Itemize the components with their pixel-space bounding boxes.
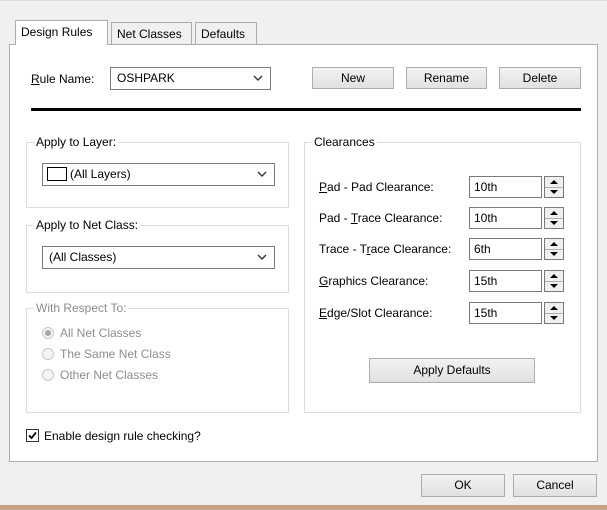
apply-to-layer-group: Apply to Layer: (All Layers) bbox=[26, 135, 289, 208]
arrow-down-icon bbox=[550, 284, 558, 288]
input-value: 15th bbox=[474, 274, 498, 288]
radio-label: Other Net Classes bbox=[60, 368, 159, 382]
delete-button[interactable]: Delete bbox=[499, 67, 581, 89]
apply-to-layer-label: Apply to Layer: bbox=[34, 135, 119, 149]
radio-selected-dot bbox=[45, 330, 51, 336]
enable-drc-label: Enable design rule checking? bbox=[44, 429, 201, 443]
arrow-down-icon bbox=[550, 190, 558, 194]
graphics-spinner[interactable] bbox=[544, 270, 564, 292]
input-value: 10th bbox=[474, 180, 498, 194]
input-value: 6th bbox=[474, 242, 491, 256]
pad-pad-spinner[interactable] bbox=[544, 176, 564, 198]
rename-button-label: Rename bbox=[423, 71, 470, 85]
rule-name-combo[interactable]: OSHPARK bbox=[110, 67, 271, 90]
radio-label: The Same Net Class bbox=[60, 347, 171, 361]
arrow-up-icon bbox=[550, 306, 558, 310]
input-value: 10th bbox=[474, 211, 498, 225]
input-value: 15th bbox=[474, 306, 498, 320]
spin-down-button[interactable] bbox=[545, 281, 563, 291]
radio-same-net-class[interactable]: The Same Net Class bbox=[42, 345, 171, 363]
chevron-down-icon bbox=[253, 75, 263, 81]
arrow-up-icon bbox=[550, 274, 558, 278]
checkbox[interactable] bbox=[26, 429, 39, 442]
radio-label: All Net Classes bbox=[60, 326, 142, 340]
delete-button-label: Delete bbox=[522, 71, 558, 85]
graphics-clearance-label: Graphics Clearance: bbox=[319, 274, 429, 288]
layer-combo[interactable]: (All Layers) bbox=[42, 163, 275, 186]
ok-button[interactable]: OK bbox=[421, 474, 505, 497]
apply-to-net-class-label: Apply to Net Class: bbox=[34, 218, 141, 232]
rule-name-label: Rule Name: bbox=[31, 72, 95, 86]
edge-slot-spinner[interactable] bbox=[544, 302, 564, 324]
with-respect-to-group: With Respect To: All Net Classes The Sam… bbox=[26, 301, 289, 413]
pad-trace-spinner[interactable] bbox=[544, 207, 564, 229]
cancel-button-label: Cancel bbox=[536, 478, 574, 492]
radio-button bbox=[42, 348, 54, 360]
tab-label: Design Rules bbox=[21, 25, 93, 39]
chevron-down-icon bbox=[257, 171, 267, 177]
pad-trace-clearance-input[interactable]: 10th bbox=[469, 207, 542, 229]
radio-button bbox=[42, 369, 54, 381]
trace-trace-clearance-input[interactable]: 6th bbox=[469, 238, 542, 260]
dialog-window: Design Rules Net Classes Defaults Rule N… bbox=[0, 0, 607, 505]
net-class-combo[interactable]: (All Classes) bbox=[42, 246, 275, 269]
pad-trace-clearance-label: Pad - Trace Clearance: bbox=[319, 211, 443, 225]
new-button[interactable]: New bbox=[312, 67, 394, 89]
trace-trace-clearance-label: Trace - Trace Clearance: bbox=[319, 242, 452, 256]
apply-defaults-button[interactable]: Apply Defaults bbox=[369, 358, 535, 383]
rename-button[interactable]: Rename bbox=[406, 67, 487, 89]
spin-down-button[interactable] bbox=[545, 187, 563, 197]
spin-down-button[interactable] bbox=[545, 218, 563, 228]
radio-all-net-classes[interactable]: All Net Classes bbox=[42, 324, 141, 342]
chevron-down-icon bbox=[257, 254, 267, 260]
trace-trace-spinner[interactable] bbox=[544, 238, 564, 260]
tab-panel: Rule Name: OSHPARK New Rename Delete App… bbox=[9, 44, 598, 462]
clearances-label: Clearances bbox=[312, 135, 377, 149]
layer-color-swatch bbox=[47, 167, 67, 181]
ok-button-label: OK bbox=[454, 478, 472, 492]
rule-name-value: OSHPARK bbox=[117, 71, 175, 85]
separator-line bbox=[31, 108, 581, 111]
arrow-down-icon bbox=[550, 316, 558, 320]
clearances-group: Clearances Pad - Pad Clearance: 10th Pad… bbox=[304, 135, 581, 413]
edge-slot-clearance-label: Edge/Slot Clearance: bbox=[319, 306, 433, 320]
spin-down-button[interactable] bbox=[545, 249, 563, 259]
enable-drc-checkbox-row[interactable]: Enable design rule checking? bbox=[26, 427, 201, 445]
apply-defaults-label: Apply Defaults bbox=[413, 363, 491, 377]
apply-to-net-class-group: Apply to Net Class: (All Classes) bbox=[26, 218, 289, 293]
new-button-label: New bbox=[340, 71, 365, 85]
arrow-up-icon bbox=[550, 211, 558, 215]
tab-label: Net Classes bbox=[117, 27, 182, 41]
edge-slot-clearance-input[interactable]: 15th bbox=[469, 302, 542, 324]
graphics-clearance-input[interactable]: 15th bbox=[469, 270, 542, 292]
tab-net-classes[interactable]: Net Classes bbox=[111, 22, 192, 44]
pad-pad-clearance-input[interactable]: 10th bbox=[469, 176, 542, 198]
radio-other-net-classes[interactable]: Other Net Classes bbox=[42, 366, 158, 384]
layer-value: (All Layers) bbox=[70, 167, 131, 181]
cancel-button[interactable]: Cancel bbox=[513, 474, 597, 497]
tab-defaults[interactable]: Defaults bbox=[195, 22, 257, 44]
net-class-value: (All Classes) bbox=[49, 250, 117, 264]
arrow-down-icon bbox=[550, 252, 558, 256]
tab-label: Defaults bbox=[201, 27, 246, 41]
arrow-up-icon bbox=[550, 242, 558, 246]
with-respect-to-label: With Respect To: bbox=[34, 301, 129, 315]
tab-design-rules[interactable]: Design Rules bbox=[15, 20, 108, 45]
radio-button bbox=[42, 327, 54, 339]
pad-pad-clearance-label: Pad - Pad Clearance: bbox=[319, 180, 434, 194]
arrow-down-icon bbox=[550, 221, 558, 225]
arrow-up-icon bbox=[550, 180, 558, 184]
checkmark-icon bbox=[28, 431, 37, 440]
spin-down-button[interactable] bbox=[545, 313, 563, 323]
